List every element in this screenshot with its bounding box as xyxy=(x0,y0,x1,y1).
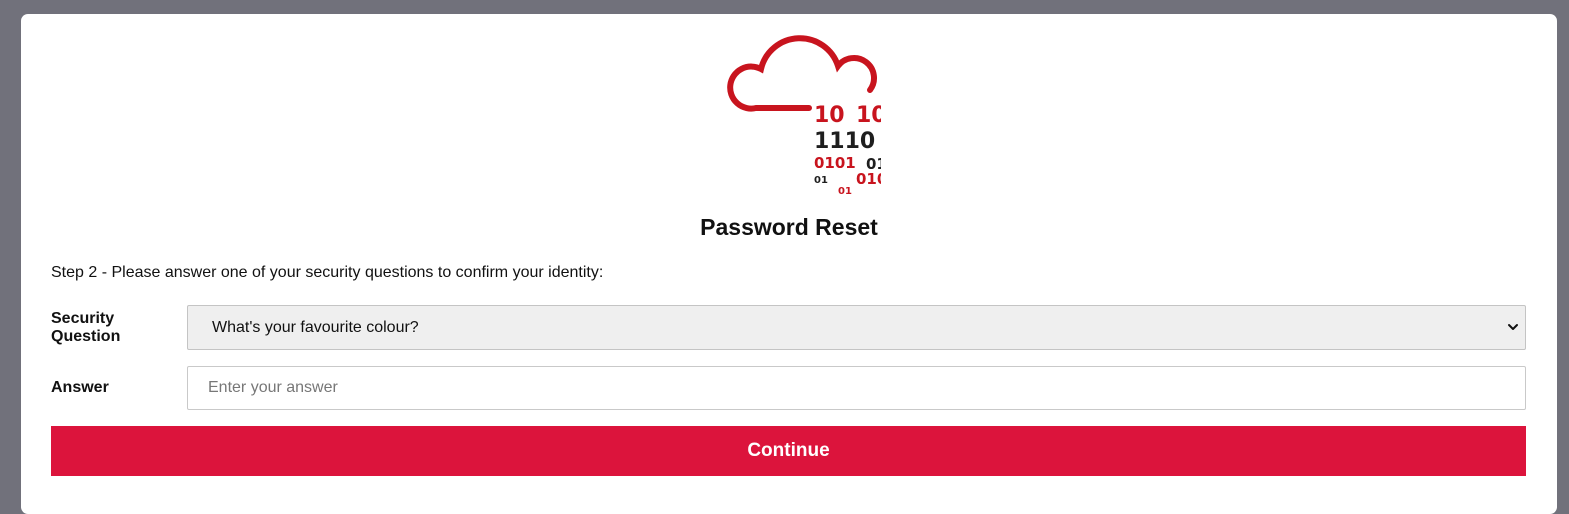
logo-digits: 0101 xyxy=(814,154,856,172)
logo-digits: 01 xyxy=(814,175,828,186)
cloud-binary-logo: 10 10 1110 0101 01 01 01 010 xyxy=(711,32,881,202)
continue-button[interactable]: Continue xyxy=(51,426,1526,476)
logo-digits: 10 xyxy=(814,103,845,128)
logo-digits: 10 xyxy=(856,103,881,128)
logo-digits: 01 xyxy=(838,186,852,197)
chevron-down-icon xyxy=(1507,320,1519,339)
page-title: Password Reset xyxy=(700,214,878,240)
security-question-select[interactable]: What's your favourite colour? xyxy=(187,305,1526,350)
logo-digits: 010 xyxy=(856,170,881,188)
logo-digits: 1110 xyxy=(814,129,875,154)
answer-input[interactable] xyxy=(187,366,1526,410)
password-reset-card: 10 10 1110 0101 01 01 01 010 Password Re… xyxy=(21,14,1557,514)
answer-label: Answer xyxy=(51,379,109,396)
security-question-value: What's your favourite colour? xyxy=(212,318,419,336)
step-instructions: Step 2 - Please answer one of your secur… xyxy=(51,264,604,281)
cloud-icon xyxy=(727,35,877,112)
security-question-label: Security Question xyxy=(51,310,121,345)
